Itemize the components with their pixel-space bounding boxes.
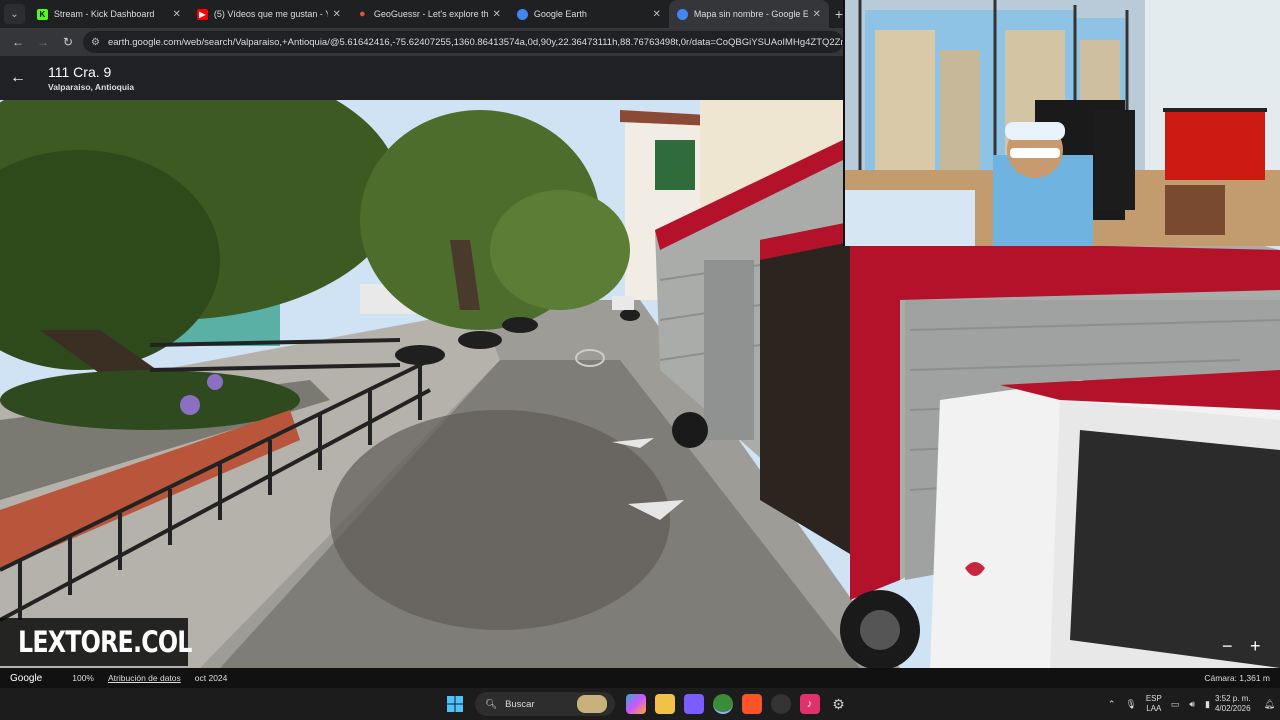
notification-icon[interactable]: 🔔︎ (1264, 699, 1275, 710)
lang-top: ESP (1145, 694, 1162, 703)
place-subtitle: Valparaiso, Antioquia (48, 82, 135, 92)
taskbar-pinned-apps: 🔍︎ Buscar ♪ ⚙ (440, 688, 853, 720)
streamer-webcam (843, 0, 1280, 246)
clock-date: 4/02/2026 (1214, 704, 1251, 713)
chrome-icon[interactable] (712, 694, 733, 714)
zoom-level: 100% (72, 673, 94, 683)
back-icon[interactable]: ← (8, 35, 28, 49)
place-title: 111 Cra. 9 (48, 64, 112, 80)
forward-icon[interactable]: → (33, 35, 53, 49)
site-info-icon[interactable]: ⚙ (91, 37, 100, 48)
obs-icon[interactable] (770, 694, 791, 714)
youtube-icon: ▶ (196, 8, 208, 20)
volume-icon[interactable]: 🔊︎ (1189, 699, 1195, 710)
kick-icon: K (36, 8, 48, 20)
geoguessr-icon: ● (359, 8, 366, 20)
clock[interactable]: 3:52 p. m. 4/02/2026 (1215, 694, 1251, 714)
camera-altitude: Cámara: 1,361 m (1204, 673, 1270, 683)
place-info: 111 Cra. 9 Valparaiso, Antioquia (48, 64, 134, 92)
tab-mapa-sin-nombre[interactable]: Mapa sin nombre - Google Earth ✕ (668, 0, 829, 28)
search-placeholder: Buscar (505, 698, 535, 710)
tab-youtube[interactable]: ▶ (5) Vídeos que me gustan - YouTube ✕ (189, 0, 349, 28)
tab-label: Google Earth (533, 9, 587, 19)
windows-taskbar: 🔍︎ Buscar ♪ ⚙ ⌃ 🎙︎ ESP LAA ▭ 🔊︎ ▮ 3:52 p… (0, 688, 1280, 720)
data-attribution-link[interactable]: Atribución de datos (108, 673, 181, 683)
google-earth-icon (676, 8, 688, 20)
language-indicator[interactable]: ESP LAA (1146, 694, 1162, 714)
brave-icon[interactable] (741, 694, 762, 714)
browser-tab-bar: ⌄ K Stream - Kick Dashboard ✕ ▶ (5) Víde… (0, 0, 843, 28)
search-icon: 🔍︎ (485, 698, 498, 710)
zoom-out-button[interactable]: − (1222, 636, 1233, 657)
url-text: earth.google.com/web/search/Valparaiso,+… (107, 36, 843, 48)
close-icon[interactable]: ✕ (652, 9, 660, 20)
address-bar: ← → ↻ ⚙ earth.google.com/web/search/Valp… (0, 28, 843, 56)
tab-geoguessr[interactable]: ● GeoGuessr - Let's explore the world! ✕ (349, 0, 509, 28)
earth-place-header: ← 111 Cra. 9 Valparaiso, Antioquia (0, 56, 843, 100)
imagery-date: oct 2024 (194, 673, 228, 683)
search-highlight-icon (577, 695, 607, 713)
streamer-watermark: LEXTORE.COL (0, 618, 192, 666)
tab-label: Mapa sin nombre - Google Earth (693, 9, 809, 19)
file-explorer-icon[interactable] (654, 694, 675, 714)
back-arrow-icon[interactable]: ← (0, 69, 36, 87)
google-earth-icon (516, 8, 528, 20)
tiktok-icon[interactable]: ♪ (799, 694, 820, 714)
tab-google-earth[interactable]: Google Earth ✕ (509, 0, 669, 28)
earth-status-bar: Google 100% Atribución de datos oct 2024… (0, 668, 1280, 688)
clock-time: 3:52 p. m. (1214, 694, 1251, 703)
taskbar-search-input[interactable]: 🔍︎ Buscar (475, 692, 615, 716)
webcam-image (845, 0, 1280, 246)
zoom-in-button[interactable]: + (1250, 636, 1261, 657)
copilot-icon[interactable] (625, 694, 646, 714)
close-icon[interactable]: ✕ (492, 9, 500, 20)
google-logo: Google (10, 672, 43, 684)
reload-icon[interactable]: ↻ (58, 35, 78, 49)
close-icon[interactable]: ✕ (332, 9, 340, 20)
network-icon[interactable]: ▭ (1171, 699, 1180, 710)
tab-label: Stream - Kick Dashboard (53, 9, 155, 19)
windows-start-icon[interactable] (445, 694, 465, 714)
tab-list-button[interactable]: ⌄ (4, 4, 25, 24)
lang-bottom: LAA (1146, 704, 1162, 713)
microphone-icon[interactable]: 🎙︎ (1125, 699, 1136, 710)
tab-label: GeoGuessr - Let's explore the world! (373, 9, 489, 19)
settings-icon[interactable]: ⚙ (829, 694, 849, 714)
battery-icon[interactable]: ▮ (1205, 699, 1210, 710)
watermark-text: LEXTORE.COL (18, 625, 192, 659)
close-icon[interactable]: ✕ (812, 9, 820, 20)
new-tab-button[interactable]: + (835, 6, 843, 22)
close-icon[interactable]: ✕ (172, 9, 180, 20)
tab-kick[interactable]: K Stream - Kick Dashboard ✕ (29, 0, 189, 28)
chevron-up-icon[interactable]: ⌃ (1108, 699, 1116, 710)
system-tray: ⌃ 🎙︎ ESP LAA ▭ 🔊︎ ▮ 3:52 p. m. 4/02/2026… (1103, 688, 1280, 720)
app-icon[interactable] (683, 694, 704, 714)
url-input[interactable]: ⚙ earth.google.com/web/search/Valparaiso… (83, 31, 843, 53)
tab-label: (5) Vídeos que me gustan - YouTube (213, 9, 329, 19)
